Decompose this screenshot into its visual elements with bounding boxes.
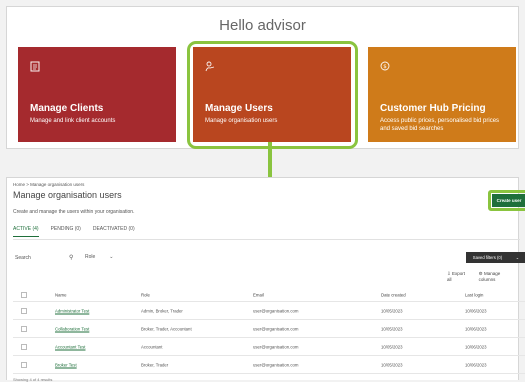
row-checkbox[interactable] xyxy=(21,325,27,332)
search-icon[interactable]: ⚲ xyxy=(69,254,73,261)
user-name-link[interactable]: Administrator Test xyxy=(55,308,89,313)
user-email: user@organisation.com xyxy=(253,326,299,331)
user-role: Broker, Trader xyxy=(141,362,169,367)
user-email: user@organisation.com xyxy=(253,308,299,313)
table-header-row: Name Role Email Date created Last login xyxy=(13,288,525,302)
manage-users-page: Home > Manage organisation users Manage … xyxy=(6,177,525,382)
column-header-name[interactable]: Name xyxy=(55,292,66,297)
status-tabs: ACTIVE (4) PENDING (0) DEACTIVATED (0) xyxy=(13,226,135,237)
select-all-checkbox[interactable] xyxy=(21,291,27,298)
user-role: Broker, Trader, Accountant xyxy=(141,326,192,331)
highlight-box xyxy=(187,41,358,149)
date-created: 10/05/2023 xyxy=(381,344,403,349)
row-checkbox[interactable] xyxy=(21,343,27,350)
table-actions: ⇩ Export all ⚙ Manage columns xyxy=(447,271,518,282)
divider xyxy=(13,239,520,240)
manage-columns-link[interactable]: ⚙ Manage columns xyxy=(479,271,518,282)
row-checkbox[interactable] xyxy=(21,361,27,368)
tab-deactivated[interactable]: DEACTIVATED (0) xyxy=(93,226,135,237)
export-all-label: Export all xyxy=(447,271,466,282)
client-list-icon xyxy=(30,61,40,75)
user-role: Accountant xyxy=(141,344,163,349)
last-login: 10/06/2023 xyxy=(465,326,487,331)
chevron-down-icon: ⌄ xyxy=(515,255,520,260)
greeting-heading: Hello advisor xyxy=(219,17,306,34)
card-title: Manage Clients xyxy=(30,103,104,114)
manage-columns-label: Manage columns xyxy=(478,271,501,282)
last-login: 10/06/2023 xyxy=(465,344,487,349)
last-login: 10/06/2023 xyxy=(465,308,487,313)
saved-filters-label: Saved filters (0) xyxy=(472,255,503,260)
page-title: Manage organisation users xyxy=(13,190,122,200)
row-checkbox[interactable] xyxy=(21,307,27,314)
card-description: Access public prices, personalised bid p… xyxy=(380,118,500,132)
card-description: Manage and link client accounts xyxy=(30,118,116,124)
column-header-email[interactable]: Email xyxy=(253,292,264,297)
users-table: Name Role Email Date created Last login … xyxy=(13,288,525,374)
user-email: user@organisation.com xyxy=(253,344,299,349)
column-header-date-created[interactable]: Date created xyxy=(381,292,406,297)
advisor-dashboard: Hello advisor Manage Clients Manage and … xyxy=(6,6,519,149)
date-created: 10/05/2023 xyxy=(381,308,403,313)
tab-pending[interactable]: PENDING (0) xyxy=(51,226,81,237)
customer-hub-pricing-card[interactable]: $ Customer Hub Pricing Access public pri… xyxy=(368,47,516,142)
table-row: Accountant Test Accountant user@organisa… xyxy=(13,338,525,356)
tab-active[interactable]: ACTIVE (4) xyxy=(13,226,39,237)
saved-filters-button[interactable]: Saved filters (0) ⌄ xyxy=(466,252,525,263)
table-row: Administrator Test Admin, Broker, Trader… xyxy=(13,302,525,320)
user-name-link[interactable]: Collaboration Test xyxy=(55,326,89,331)
user-role: Admin, Broker, Trader xyxy=(141,308,183,313)
breadcrumb[interactable]: Home > Manage organisation users xyxy=(13,182,84,187)
search-input[interactable]: Search xyxy=(15,255,31,261)
column-header-role[interactable]: Role xyxy=(141,292,150,297)
date-created: 10/05/2023 xyxy=(381,326,403,331)
pricing-coin-icon: $ xyxy=(380,61,390,74)
card-title: Customer Hub Pricing xyxy=(380,103,486,114)
export-all-link[interactable]: ⇩ Export all xyxy=(447,271,471,282)
page-subtitle: Create and manage the users within your … xyxy=(13,209,135,215)
table-row: Broker Test Broker, Trader user@organisa… xyxy=(13,356,525,374)
role-filter-select[interactable]: Role ⌄ xyxy=(85,254,114,260)
table-row: Collaboration Test Broker, Trader, Accou… xyxy=(13,320,525,338)
user-name-link[interactable]: Broker Test xyxy=(55,362,77,367)
last-login: 10/06/2023 xyxy=(465,362,487,367)
date-created: 10/05/2023 xyxy=(381,362,403,367)
role-filter-value: Role xyxy=(85,254,96,260)
manage-clients-card[interactable]: Manage Clients Manage and link client ac… xyxy=(18,47,176,142)
create-user-button[interactable]: Create user xyxy=(492,194,525,207)
column-header-last-login[interactable]: Last login xyxy=(465,292,483,297)
user-email: user@organisation.com xyxy=(253,362,299,367)
chevron-down-icon: ⌄ xyxy=(109,254,114,260)
user-name-link[interactable]: Accountant Test xyxy=(55,344,86,349)
svg-text:$: $ xyxy=(383,64,387,70)
